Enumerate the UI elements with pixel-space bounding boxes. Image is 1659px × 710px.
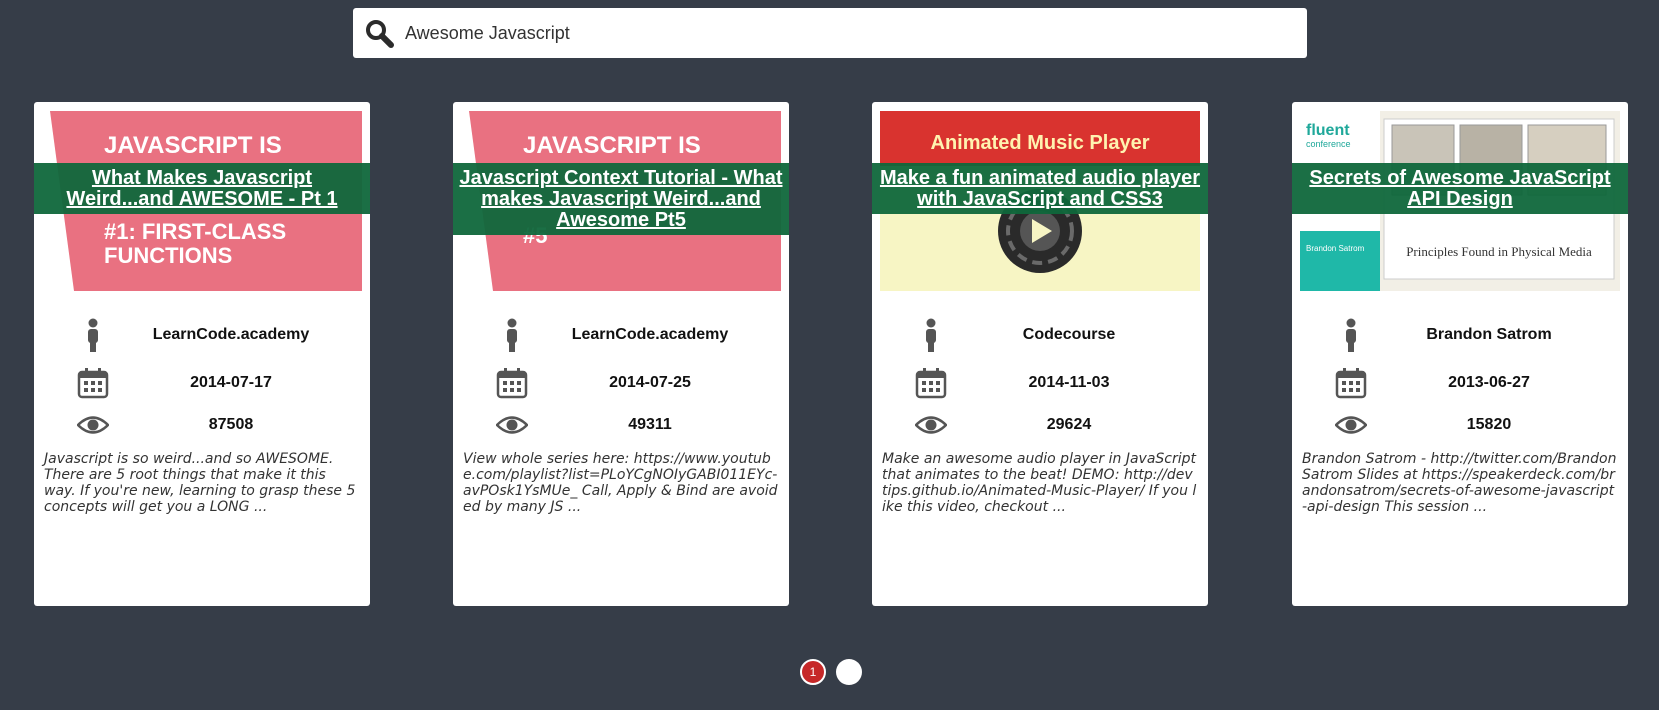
publish-date: 2014-07-17 [190,374,272,391]
thumb-caption: Principles Found in Physical Media [1406,244,1592,259]
views-row: 15820 [1292,405,1628,445]
thumb-headline: Animated Music Player [931,132,1150,154]
video-title-link[interactable]: Javascript Context Tutorial - What makes… [459,167,782,231]
video-title-banner: Make a fun animated audio player with Ja… [872,163,1208,214]
eye-icon [76,405,110,445]
author-name: Brandon Satrom [1426,326,1552,343]
page-2-button[interactable] [836,659,862,685]
video-card[interactable]: JAVASCRIPT IS #1: FIRST-CLASS FUNCTIONS … [34,102,370,606]
date-row: 2014-07-25 [453,363,789,403]
video-description: Brandon Satrom - http://twitter.com/Bran… [1302,451,1617,515]
calendar-icon [1334,363,1368,403]
video-title-link[interactable]: Make a fun animated audio player with Ja… [880,167,1200,210]
calendar-icon [495,363,529,403]
author-name: LearnCode.academy [571,326,729,343]
video-description: View whole series here: https://www.yout… [463,451,778,515]
thumb-subtitle: #1: FIRST-CLASS [104,219,286,244]
author-row: Codecourse [872,315,1208,355]
author-row: LearnCode.academy [34,315,370,355]
view-count: 49311 [628,416,672,433]
pagination: 1 [800,659,862,685]
page-1-button[interactable]: 1 [800,659,826,685]
video-title-banner: What Makes Javascript Weird...and AWESOM… [34,163,370,214]
author-row: Brandon Satrom [1292,315,1628,355]
thumb-subtitle: FUNCTIONS [104,243,232,268]
publish-date: 2014-11-03 [1028,374,1110,391]
search-input[interactable] [403,21,1287,45]
search-bar [353,8,1307,58]
eye-icon [914,405,948,445]
calendar-icon [76,363,110,403]
person-icon [76,315,110,355]
video-card[interactable]: JAVASCRIPT IS #5 Javascript Context Tuto… [453,102,789,606]
date-row: 2014-11-03 [872,363,1208,403]
date-row: 2013-06-27 [1292,363,1628,403]
publish-date: 2014-07-25 [609,374,691,391]
calendar-icon [914,363,948,403]
video-card[interactable]: fluent conference Brandon Satrom Princip… [1292,102,1628,606]
video-card[interactable]: Animated Music Player Make a fun animate… [872,102,1208,606]
views-row: 49311 [453,405,789,445]
publish-date: 2013-06-27 [1448,374,1530,391]
view-count: 29624 [1046,416,1092,433]
eye-icon [495,405,529,445]
video-description: Make an awesome audio player in JavaScri… [882,451,1201,515]
thumb-brand: fluent [1306,122,1350,139]
person-icon [1334,315,1368,355]
thumb-brand-sub: conference [1306,139,1351,149]
author-name: Codecourse [1022,326,1116,343]
author-name: LearnCode.academy [152,326,310,343]
views-row: 87508 [34,405,370,445]
thumb-speaker: Brandon Satrom [1306,244,1365,253]
search-icon[interactable] [363,17,395,49]
eye-icon [1334,405,1368,445]
thumb-headline: JAVASCRIPT IS [523,132,701,159]
view-count: 87508 [208,416,254,433]
video-title-banner: Secrets of Awesome JavaScript API Design [1292,163,1628,214]
view-count: 15820 [1466,416,1512,433]
video-title-link[interactable]: What Makes Javascript Weird...and AWESOM… [66,167,337,210]
video-title-link[interactable]: Secrets of Awesome JavaScript API Design [1309,167,1610,210]
author-row: LearnCode.academy [453,315,789,355]
views-row: 29624 [872,405,1208,445]
video-description: Javascript is so weird...and so AWESOME.… [44,451,360,515]
person-icon [914,315,948,355]
video-title-banner: Javascript Context Tutorial - What makes… [453,163,789,235]
person-icon [495,315,529,355]
date-row: 2014-07-17 [34,363,370,403]
thumb-headline: JAVASCRIPT IS [104,132,282,159]
